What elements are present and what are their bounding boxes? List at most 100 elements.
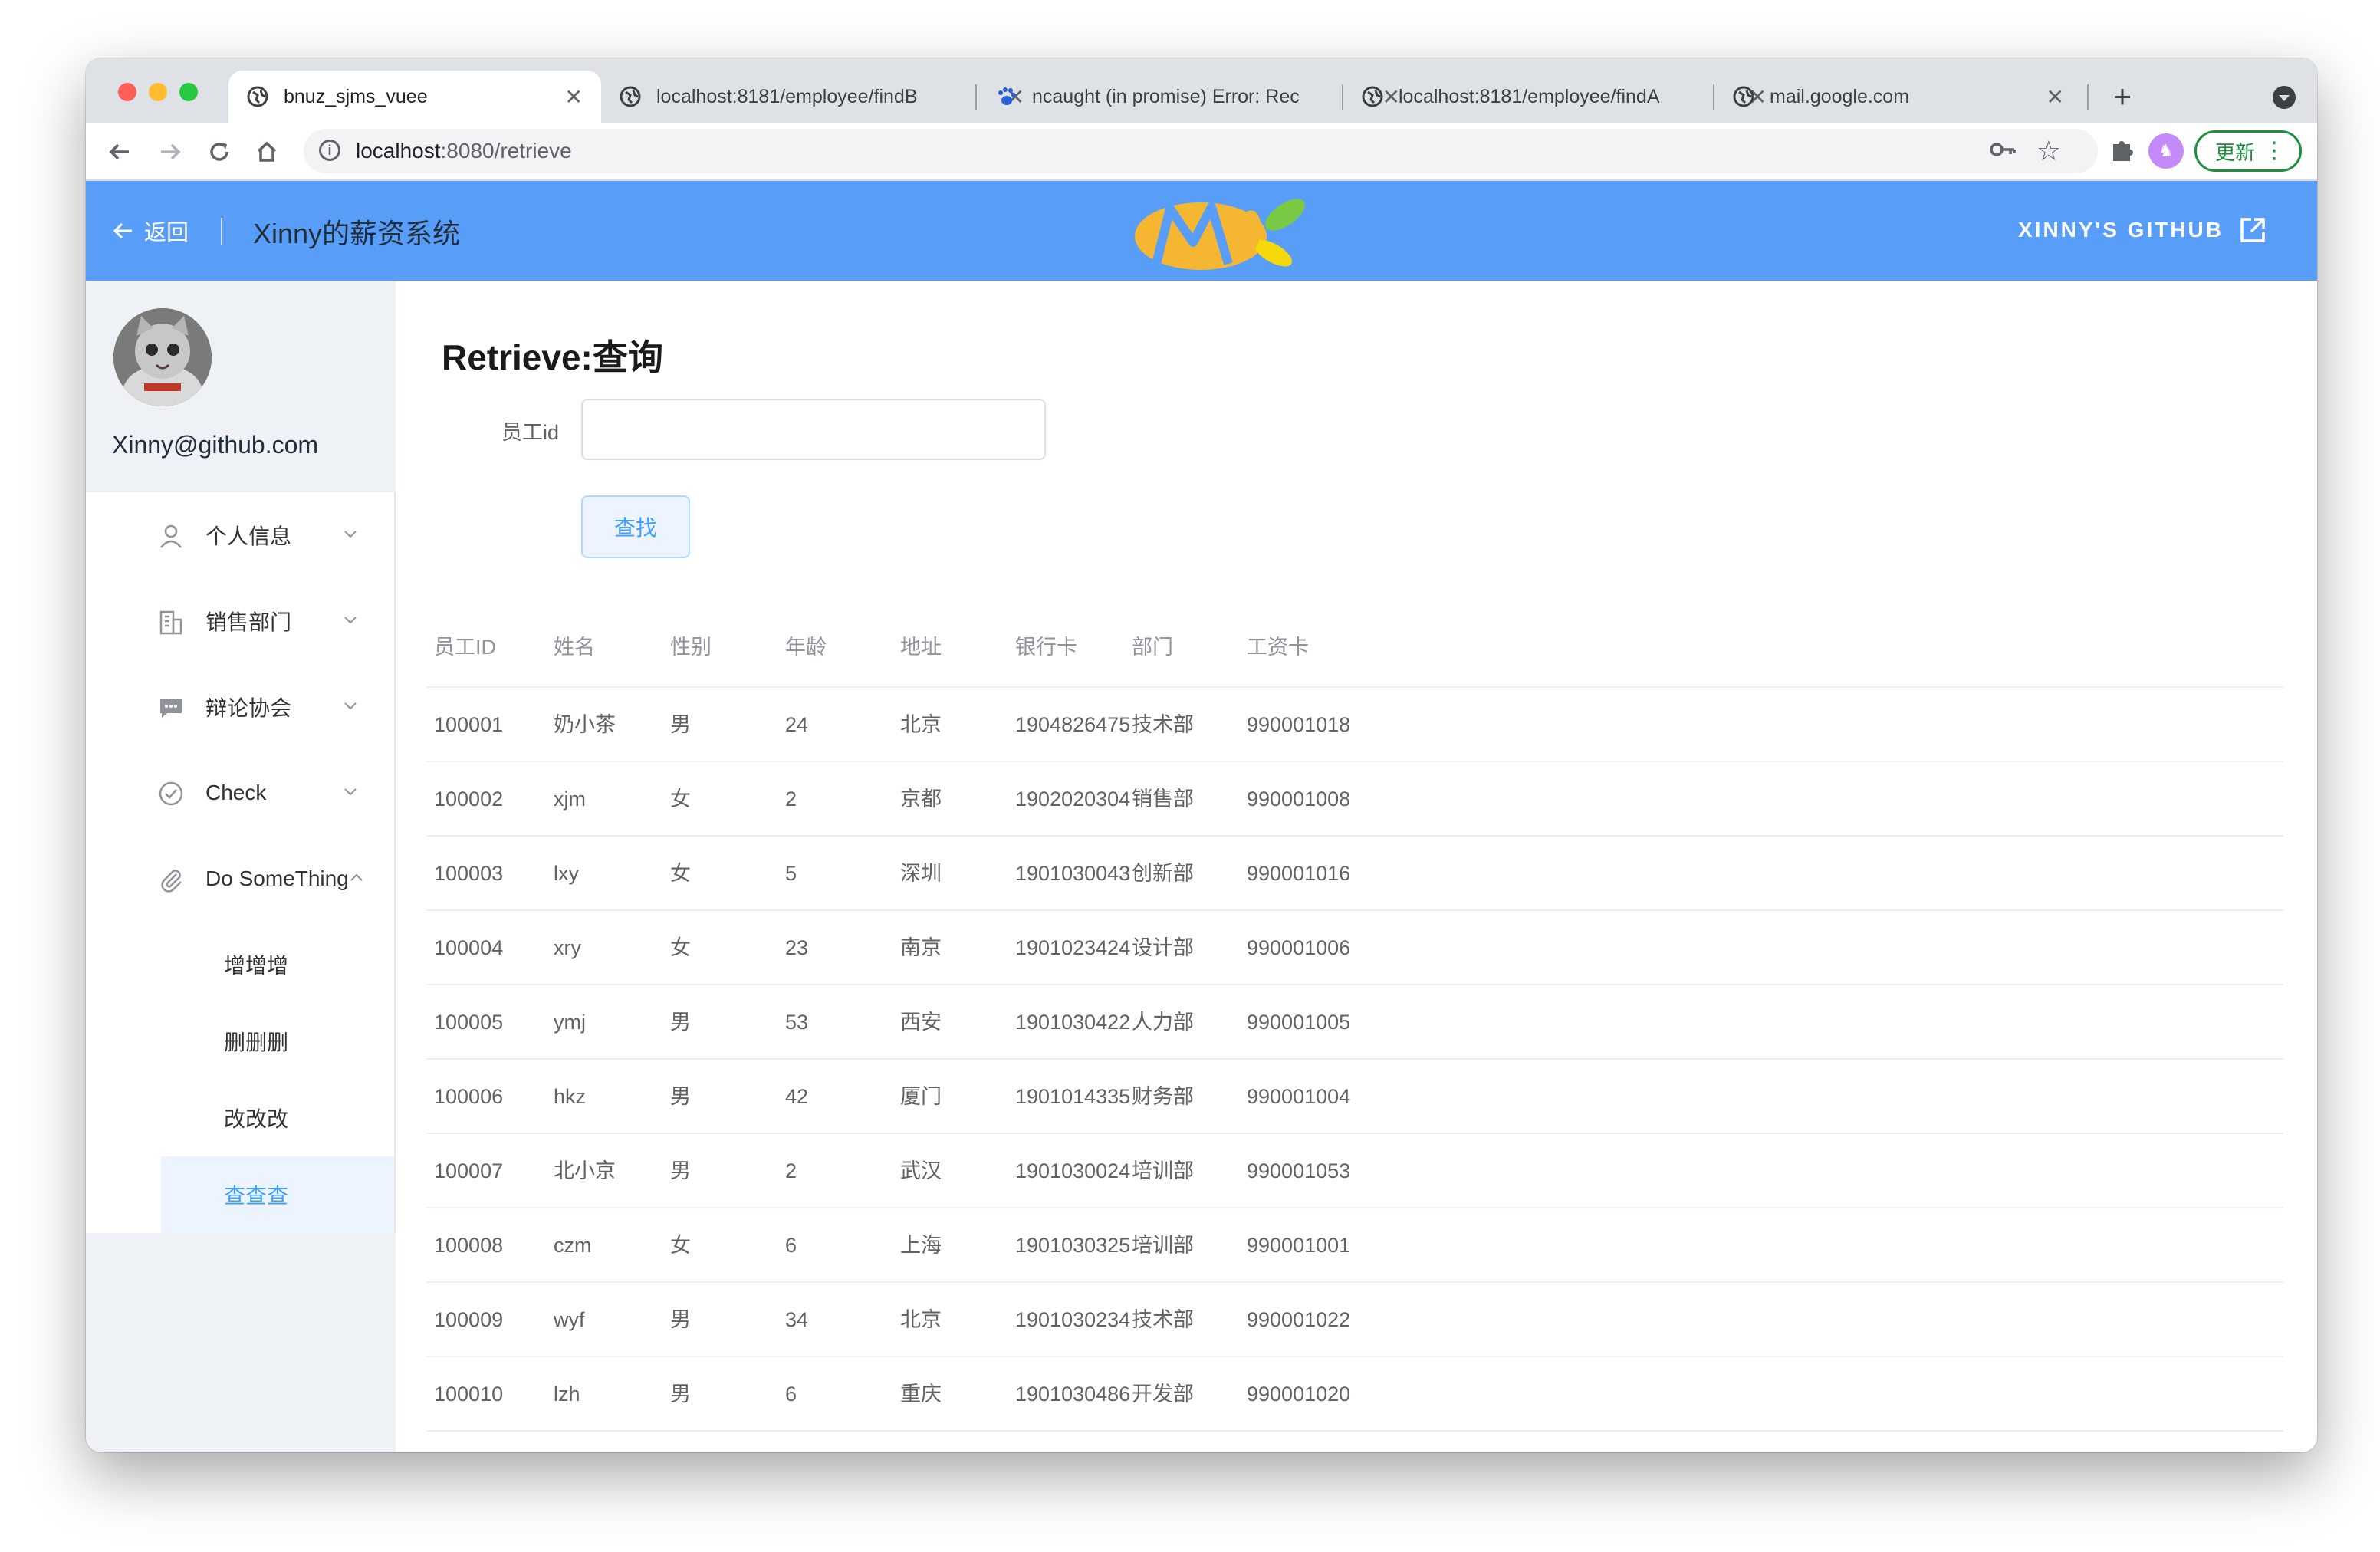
table-cell: 100002 (434, 788, 504, 811)
password-key-icon[interactable] (1989, 138, 2017, 167)
table-row[interactable]: 100008 czm 女 6 上海 1901030325 培训部 990001001 (426, 1208, 2283, 1283)
github-link[interactable]: XINNY'S GITHUB (2018, 215, 2268, 245)
table-cell: 2 (785, 1159, 797, 1182)
chevron-down-icon (344, 702, 357, 710)
close-icon[interactable]: ✕ (2046, 84, 2064, 110)
table-cell: 设计部 (1132, 1432, 1194, 1452)
table-cell: 南京 (900, 936, 942, 959)
submenu-item-update[interactable]: 改改改 (161, 1080, 394, 1156)
employee-id-input[interactable] (581, 399, 1046, 460)
table-cell: ymj (554, 1011, 586, 1034)
more-vert-icon[interactable]: ⋮ (2263, 137, 2286, 165)
sidebar: Xinny@github.com 个人信息 销售部门 辩论协会 Check Do… (86, 281, 396, 1452)
table-cell: 1904826475 (1015, 713, 1131, 736)
tab-search-icon[interactable] (2273, 86, 2296, 109)
table-row[interactable]: 100005 ymj 男 53 西安 1901030422 人力部 990001005 (426, 985, 2283, 1060)
table-cell: 北京 (900, 1308, 942, 1331)
sidebar-item-sales[interactable]: 销售部门 (86, 578, 394, 664)
table-cell: 技术部 (1132, 1308, 1194, 1331)
forward-arrow-icon[interactable] (152, 133, 189, 170)
back-link[interactable]: 返回 (112, 215, 189, 247)
avatar[interactable] (113, 308, 212, 406)
table-row[interactable]: 100010 lzh 男 6 重庆 1901030486 开发部 990001020 (426, 1357, 2283, 1432)
update-button[interactable]: 更新 ⋮ (2194, 130, 2302, 172)
table-row[interactable]: 100006 hkz 男 42 厦门 1901014335 财务部 990001004 (426, 1060, 2283, 1134)
submenu-item-query[interactable]: 查查查 (161, 1156, 394, 1233)
site-info-icon[interactable]: i (319, 140, 340, 161)
close-icon[interactable]: ✕ (565, 84, 583, 110)
table-header-cell: 性别 (670, 636, 712, 659)
table-cell: 1901030486 (1015, 1383, 1131, 1406)
minimize-window-button[interactable] (149, 83, 167, 101)
sidebar-item-check[interactable]: Check (86, 750, 394, 836)
table-row[interactable]: 100007 北小京 男 2 武汉 1901030024 培训部 990001053 (426, 1134, 2283, 1208)
table-cell: 创新部 (1132, 862, 1194, 885)
browser-toolbar: i localhost:8080/retrieve ☆ ♞ 更新 ⋮ (86, 123, 2317, 181)
table-cell: 1901030043 (1015, 862, 1131, 885)
reload-icon[interactable] (201, 133, 238, 170)
chevron-down-icon (344, 617, 357, 624)
table-cell: 100007 (434, 1159, 504, 1182)
table-row[interactable]: 100002 xjm 女 2 京都 1902020304 销售部 990001008 (426, 762, 2283, 837)
search-button[interactable]: 查找 (581, 495, 690, 558)
table-cell: 男 (670, 1011, 691, 1034)
sidebar-item-do-something[interactable]: Do SomeThing (86, 836, 394, 922)
table-header-cell: 年龄 (785, 636, 827, 659)
table-cell: 开发部 (1132, 1383, 1194, 1406)
back-arrow-icon[interactable] (101, 133, 138, 170)
table-row[interactable]: 100003 lxy 女 5 深圳 1901030043 创新部 990001016 (426, 837, 2283, 911)
table-cell: 人力部 (1132, 1011, 1194, 1034)
browser-tab[interactable]: bnuz_sjms_vuee ✕ (228, 71, 601, 123)
tab-title: localhost:8181/employee/findA (1399, 85, 1660, 107)
table-cell: 34 (785, 1308, 809, 1331)
maximize-window-button[interactable] (179, 83, 198, 101)
table-cell: 武汉 (900, 1159, 942, 1182)
submenu-item-delete[interactable]: 删删删 (161, 1003, 394, 1080)
arrow-left-icon (113, 222, 132, 239)
table-cell: 奶小茶 (554, 713, 616, 736)
sidebar-item-label: Do SomeThing (205, 866, 349, 890)
app-header: 返回 Xinny的薪资系统 XINNY'S GITHUB (86, 181, 2317, 281)
table-cell: 1901030024 (1015, 1159, 1131, 1182)
table-row[interactable]: 100001 奶小茶 男 24 北京 1904826475 技术部 990001018 (426, 688, 2283, 762)
table-header-row: 员工ID 姓名 性别 年龄 地址 银行卡 部门 工资卡 (426, 607, 2283, 688)
extensions-puzzle-icon[interactable] (2107, 135, 2138, 166)
sidebar-item-label: 个人信息 (205, 524, 292, 548)
table-cell: 24 (785, 713, 809, 736)
table-cell: 1901030025 (1015, 1432, 1130, 1452)
table-cell: 男 (670, 1085, 691, 1108)
home-icon[interactable] (248, 133, 285, 170)
new-tab-button[interactable]: + (2099, 74, 2145, 120)
table-row[interactable]: 100004 xry 女 23 南京 1901023424 设计部 990001006 (426, 911, 2283, 985)
system-title: Xinny的薪资系统 (253, 218, 461, 249)
paperclip-icon (161, 870, 182, 893)
submenu-item-add[interactable]: 增增增 (161, 926, 394, 1003)
browser-window: bnuz_sjms_vuee ✕ localhost:8181/employee… (86, 58, 2317, 1452)
sidebar-item-personal-info[interactable]: 个人信息 (86, 492, 394, 578)
table-cell: 女 (670, 788, 691, 811)
table-cell: lxy (554, 862, 579, 885)
table-cell: 深圳 (900, 862, 942, 885)
user-email: Xinny@github.com (112, 431, 319, 459)
table-row[interactable]: 100011 lps 女 13 武汉 1901030025设计部 990001009 (426, 1432, 2283, 1452)
employee-table: 员工ID 姓名 性别 年龄 地址 银行卡 部门 工资卡 100001 奶小茶男 24 北京 19048… (426, 607, 2283, 1452)
table-cell: 西安 (900, 1011, 942, 1034)
tab-title: localhost:8181/employee/findB (656, 85, 918, 107)
table-row[interactable]: 100009 wyf 男 34 北京 1901030234 技术部 990001022 (426, 1283, 2283, 1357)
close-window-button[interactable] (118, 83, 136, 101)
table-cell: 京都 (900, 788, 942, 811)
profile-panel: Xinny@github.com (86, 281, 396, 492)
table-cell: 1901030325 (1015, 1234, 1131, 1257)
sidebar-item-debate[interactable]: 辩论协会 (86, 664, 394, 750)
tab-title: bnuz_sjms_vuee (284, 85, 428, 107)
table-header-cell: 部门 (1132, 636, 1173, 659)
chevron-down-icon (344, 531, 357, 538)
table-body: 100001 奶小茶男 24 北京 1904826475 技术部 990001018 1000… (426, 688, 2283, 1452)
table-cell: lps (554, 1432, 580, 1452)
table-cell: 100004 (434, 936, 504, 959)
address-bar[interactable]: i localhost:8080/retrieve ☆ (304, 129, 2098, 173)
bookmark-star-icon[interactable]: ☆ (2036, 135, 2061, 167)
browser-tab[interactable]: mail.google.com ✕ (1714, 71, 2082, 123)
table-cell: 武汉 (900, 1432, 942, 1452)
profile-avatar-icon[interactable]: ♞ (2148, 133, 2184, 169)
